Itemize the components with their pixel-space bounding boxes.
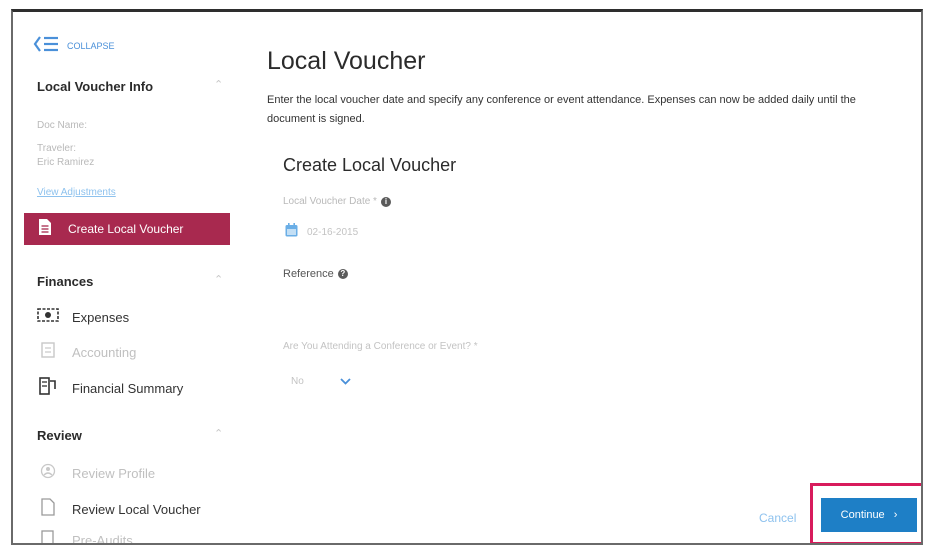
cancel-button[interactable]: Cancel <box>759 511 796 525</box>
continue-button-label: Continue <box>840 509 885 521</box>
section-title-review: Review <box>37 428 82 443</box>
doc-name-label: Doc Name: <box>37 120 88 131</box>
chevron-down-icon <box>340 372 351 390</box>
chevron-up-icon[interactable]: ⌃ <box>214 273 223 286</box>
sidebar-item-label: Review Local Voucher <box>72 502 201 517</box>
app-window: COLLAPSE Local Voucher Info ⌃ Doc Name: … <box>11 9 923 545</box>
page-description-line2: document is signed. <box>267 113 365 125</box>
sidebar: COLLAPSE Local Voucher Info ⌃ Doc Name: … <box>13 12 245 545</box>
document-icon <box>38 218 52 241</box>
sidebar-item-label: Review Profile <box>72 466 156 481</box>
page-title: Local Voucher <box>267 47 426 75</box>
continue-button[interactable]: Continue › <box>821 498 917 532</box>
review-document-icon <box>37 498 59 521</box>
sidebar-item-label: Accounting <box>72 345 137 360</box>
sidebar-item-review-local-voucher[interactable]: Review Local Voucher <box>37 498 201 521</box>
reference-label-row: Reference ? <box>283 268 348 280</box>
sidebar-item-pre-audits[interactable]: Pre-Audits <box>37 530 133 545</box>
form-title: Create Local Voucher <box>283 155 457 175</box>
expenses-icon <box>37 308 59 327</box>
date-field-label: Local Voucher Date * <box>283 196 377 207</box>
conference-select-value: No <box>291 375 304 387</box>
collapse-button[interactable]: COLLAPSE <box>33 35 115 58</box>
collapse-icon <box>33 35 59 58</box>
sidebar-item-financial-summary[interactable]: Financial Summary <box>37 377 183 400</box>
traveler-label: Traveler: <box>37 143 77 154</box>
view-adjustments-link[interactable]: View Adjustments <box>37 187 116 198</box>
section-title-finances: Finances <box>37 274 94 289</box>
sidebar-item-accounting[interactable]: Accounting <box>37 342 136 363</box>
help-icon[interactable]: ? <box>337 269 348 279</box>
collapse-label: COLLAPSE <box>67 41 115 51</box>
sidebar-item-label: Create Local Voucher <box>68 222 184 236</box>
financial-summary-icon <box>37 377 59 400</box>
chevron-up-icon[interactable]: ⌃ <box>214 427 223 440</box>
sidebar-item-create-local-voucher[interactable]: Create Local Voucher <box>24 213 230 245</box>
accounting-icon <box>37 342 59 363</box>
date-value: 02-16-2015 <box>307 227 359 238</box>
reference-label: Reference <box>283 268 334 280</box>
page-description-line1: Enter the local voucher date and specify… <box>267 94 856 106</box>
sidebar-item-label: Expenses <box>72 310 130 325</box>
sidebar-item-expenses[interactable]: Expenses <box>37 308 129 327</box>
calendar-icon[interactable] <box>285 223 298 242</box>
date-field-label-row: Local Voucher Date * i <box>283 196 391 207</box>
chevron-right-icon: › <box>893 509 898 521</box>
profile-icon <box>37 463 59 484</box>
conference-select[interactable]: No <box>291 372 351 390</box>
info-icon[interactable]: i <box>380 196 391 207</box>
sidebar-item-review-profile[interactable]: Review Profile <box>37 463 155 484</box>
section-title-local-voucher-info: Local Voucher Info <box>37 79 154 94</box>
chevron-up-icon[interactable]: ⌃ <box>214 78 223 91</box>
traveler-name: Eric Ramirez <box>37 157 95 168</box>
pre-audit-icon <box>37 530 59 543</box>
sidebar-item-label: Financial Summary <box>72 381 184 396</box>
date-field[interactable]: 02-16-2015 <box>285 223 358 242</box>
sidebar-item-label: Pre-Audits <box>72 533 133 545</box>
conference-label: Are You Attending a Conference or Event?… <box>283 341 478 352</box>
